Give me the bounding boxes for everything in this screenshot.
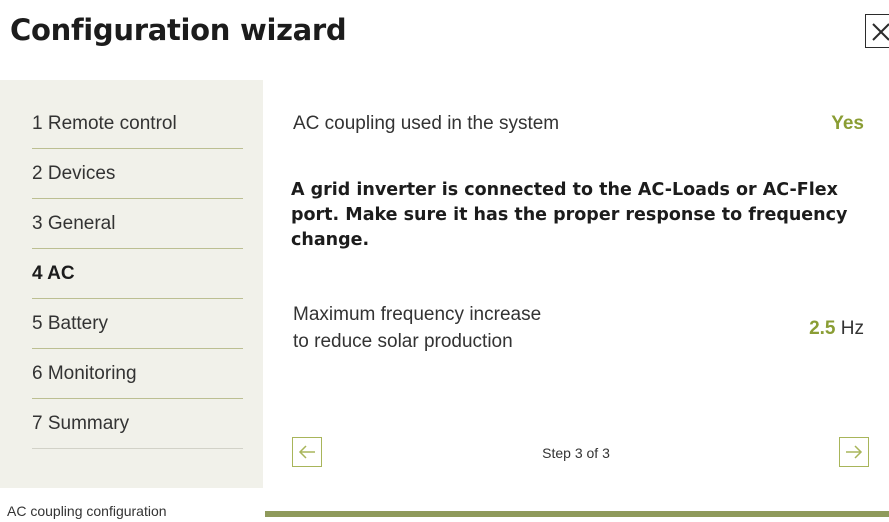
footer-section-label: AC coupling configuration [7,503,167,519]
header: Configuration wizard [0,0,889,80]
main-panel: AC coupling used in the system Yes A gri… [263,80,889,488]
page-title: Configuration wizard [10,13,347,47]
wizard-steps-sidebar: 1 Remote control 2 Devices 3 General 4 A… [0,80,263,488]
next-step-button[interactable] [839,437,869,467]
ac-coupling-label: AC coupling used in the system [293,113,560,134]
step-general[interactable]: 3 General [32,199,243,249]
step-summary[interactable]: 7 Summary [32,399,243,449]
grid-inverter-notice: A grid inverter is connected to the AC-L… [291,180,848,250]
step-devices[interactable]: 2 Devices [32,149,243,199]
step-indicator: Step 3 of 3 [542,445,610,461]
close-button[interactable] [865,14,889,48]
max-frequency-unit: Hz [840,318,864,339]
progress-bar [265,511,889,517]
step-ac[interactable]: 4 AC [32,249,243,299]
arrow-right-icon [846,445,863,459]
close-icon [872,23,889,41]
max-frequency-value: 2.5 [809,318,836,339]
max-frequency-label-line1: Maximum frequency increase [293,304,542,325]
step-monitoring[interactable]: 6 Monitoring [32,349,243,399]
max-frequency-label-line2: to reduce solar production [293,331,513,352]
max-frequency-value-field[interactable]: 2.5 Hz [809,318,864,340]
progress-bar-fill [265,511,889,517]
step-remote-control[interactable]: 1 Remote control [32,99,243,149]
step-battery[interactable]: 5 Battery [32,299,243,349]
ac-coupling-value[interactable]: Yes [831,113,864,135]
